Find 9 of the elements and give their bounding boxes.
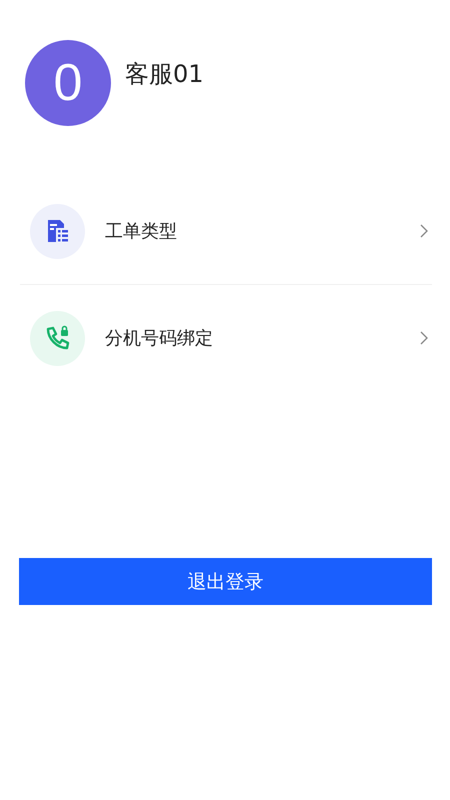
document-list-icon: [46, 219, 68, 243]
menu-item[interactable]: 分机号码绑定: [20, 285, 432, 391]
phone-lock-icon: [44, 325, 70, 351]
user-name: 客服01: [125, 59, 204, 90]
menu-item[interactable]: 工单类型: [20, 178, 432, 284]
avatar: 0: [25, 40, 111, 126]
chevron-right-icon: [420, 224, 428, 238]
logout-button[interactable]: 退出登录: [19, 558, 432, 605]
chevron-right-icon: [420, 331, 428, 345]
